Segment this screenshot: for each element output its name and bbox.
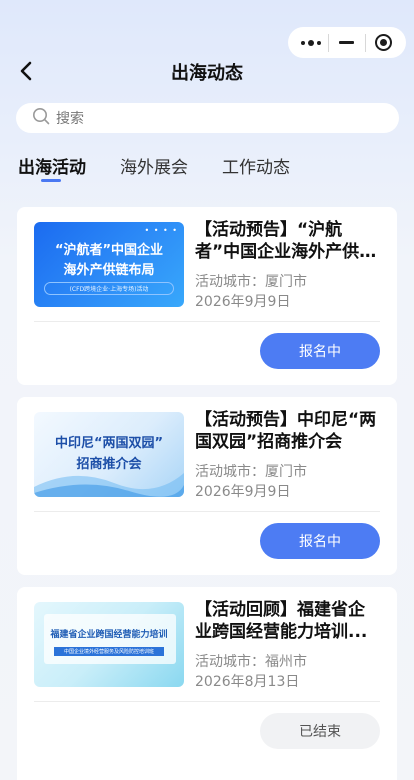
thumbnail-text: “沪航者”中国企业 [54, 243, 164, 258]
activity-thumbnail: 中印尼“两国双园” 招商推介会 [34, 412, 184, 497]
ended-button[interactable]: 已结束 [260, 713, 380, 749]
tab-bar: 出海活动 海外展会 工作动态 [18, 153, 324, 183]
close-miniprogram-icon[interactable] [367, 29, 399, 57]
more-menu-icon[interactable] [295, 29, 327, 57]
thumbnail-text: 福建省企业跨国经营能力培训 [50, 630, 168, 640]
capsule-divider [328, 33, 330, 52]
thumbnail-text: 招商推介会 [76, 457, 142, 472]
activity-city: 活动城市：厦门市 [195, 274, 307, 290]
activity-title: 【活动预告】中印尼“两国双园”招商推介会 [195, 410, 377, 452]
activity-date: 2026年8月13日 [195, 674, 300, 690]
card-divider [34, 511, 380, 512]
activity-city: 活动城市：福州市 [195, 654, 307, 670]
register-button[interactable]: 报名中 [260, 333, 380, 369]
search-icon [32, 107, 50, 129]
thumbnail-text: 海外产供链布局 [63, 263, 155, 278]
nav-bar: 出海动态 [0, 55, 414, 87]
search-input[interactable]: 搜索 [16, 103, 399, 133]
activity-thumbnail: • • • • “沪航者”中国企业 海外产供链布局 (CFD跨境企业·上海专场)… [34, 222, 184, 307]
thumbnail-text: (CFD跨境企业·上海专场)活动 [44, 282, 174, 295]
thumbnail-text: 中印尼“两国双园” [54, 436, 164, 451]
tab-outbound-activities[interactable]: 出海活动 [18, 153, 86, 183]
activity-title: 【活动预告】“沪航者”中国企业海外产供链... [195, 220, 360, 262]
card-divider [34, 701, 380, 702]
activity-title: 【活动回顾】福建省企业跨国经营能力培训... [195, 600, 368, 642]
thumbnail-text: 中国企业境外经营服务及风险防控培训班 [54, 647, 164, 656]
activity-date: 2026年9月9日 [195, 294, 291, 310]
search-placeholder: 搜索 [56, 111, 84, 127]
activity-city: 活动城市：厦门市 [195, 464, 307, 480]
card-divider [34, 321, 380, 322]
activity-card[interactable]: 福建省企业跨国经营能力培训 中国企业境外经营服务及风险防控培训班 【活动回顾】福… [17, 587, 397, 780]
capsule-divider [364, 33, 366, 52]
dots-decoration: • • • • [144, 226, 178, 235]
tab-work-news[interactable]: 工作动态 [222, 153, 290, 183]
page-title: 出海动态 [171, 63, 243, 84]
register-button[interactable]: 报名中 [260, 523, 380, 559]
activity-date: 2026年9月9日 [195, 484, 291, 500]
minimize-icon[interactable] [331, 29, 363, 57]
miniprogram-capsule [288, 27, 406, 58]
activity-card[interactable]: • • • • “沪航者”中国企业 海外产供链布局 (CFD跨境企业·上海专场)… [17, 207, 397, 385]
activity-card[interactable]: 中印尼“两国双园” 招商推介会 【活动预告】中印尼“两国双园”招商推介会 活动城… [17, 397, 397, 575]
tab-overseas-exhibitions[interactable]: 海外展会 [120, 153, 188, 183]
activity-thumbnail: 福建省企业跨国经营能力培训 中国企业境外经营服务及风险防控培训班 [34, 602, 184, 687]
